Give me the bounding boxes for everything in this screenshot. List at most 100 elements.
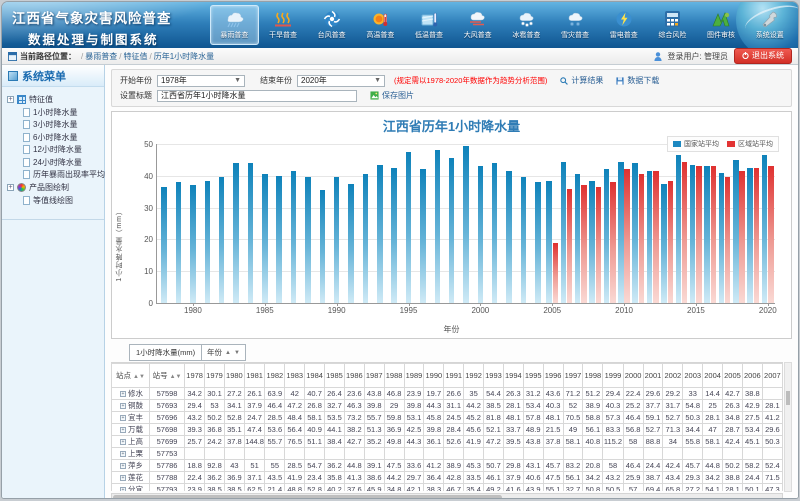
column-header-year-1982[interactable]: 1982 bbox=[265, 364, 285, 388]
table-row[interactable]: +分宜5779323.938.538.562.521.448.852.840.2… bbox=[112, 484, 783, 492]
column-header-year-1984[interactable]: 1984 bbox=[305, 364, 325, 388]
column-header-year-1994[interactable]: 1994 bbox=[503, 364, 523, 388]
column-header-year-2001[interactable]: 2001 bbox=[643, 364, 663, 388]
column-header-year-1995[interactable]: 1995 bbox=[523, 364, 543, 388]
nav-item-hail[interactable]: 冰雹普查 bbox=[502, 5, 551, 45]
hscroll-thumb[interactable] bbox=[113, 495, 502, 498]
nav-item-system-settings[interactable]: 系统设置 bbox=[745, 5, 794, 45]
column-header-year-1981[interactable]: 1981 bbox=[244, 364, 265, 388]
calculate-button[interactable]: 计算结果 bbox=[560, 75, 603, 86]
row-expander-icon[interactable]: + bbox=[120, 451, 126, 457]
column-header-year-1993[interactable]: 1993 bbox=[484, 364, 504, 388]
year-filter-dropdown[interactable]: 年份 ▲ ▼ bbox=[201, 344, 246, 361]
table-row[interactable]: +萍乡5778618.892.843515528.554.736.244.839… bbox=[112, 460, 783, 472]
save-image-button[interactable]: 保存图片 bbox=[370, 90, 414, 101]
logout-button[interactable]: 退出系统 bbox=[734, 48, 792, 64]
sidebar-group-2[interactable]: +产品图绘制 bbox=[7, 181, 101, 194]
station-name-cell[interactable]: +上栗 bbox=[112, 448, 150, 460]
nav-item-typhoon[interactable]: 台风普查 bbox=[307, 5, 356, 45]
column-header-year-1998[interactable]: 1998 bbox=[583, 364, 603, 388]
nav-item-rainstorm[interactable]: 暴雨普查 bbox=[210, 5, 259, 45]
column-header-year-2006[interactable]: 2006 bbox=[742, 364, 762, 388]
row-expander-icon[interactable]: + bbox=[120, 475, 126, 481]
station-name-cell[interactable]: +莲花 bbox=[112, 472, 150, 484]
breadcrumb-segment[interactable]: 暴雨普查 bbox=[85, 52, 117, 61]
sidebar-item-12小时降水量[interactable]: 12小时降水量 bbox=[7, 144, 101, 157]
column-header-year-1988[interactable]: 1988 bbox=[384, 364, 404, 388]
horizontal-scrollbar[interactable] bbox=[111, 493, 783, 498]
table-row[interactable]: +莲花5778822.436.236.937.143.541.923.435.8… bbox=[112, 472, 783, 484]
column-header-year-1989[interactable]: 1989 bbox=[404, 364, 424, 388]
sort-icons[interactable]: ▲▼ bbox=[170, 374, 182, 380]
nav-item-lightning[interactable]: 雷电普查 bbox=[599, 5, 648, 45]
row-expander-icon[interactable]: + bbox=[120, 463, 126, 469]
nav-item-composite-risk[interactable]: 综合风险 bbox=[648, 5, 697, 45]
start-year-select[interactable]: 1978年▼ bbox=[157, 75, 245, 87]
column-header-year-2004[interactable]: 2004 bbox=[703, 364, 723, 388]
station-name-cell[interactable]: +宜丰 bbox=[112, 412, 150, 424]
sidebar-item-6小时降水量[interactable]: 6小时降水量 bbox=[7, 131, 101, 144]
nav-item-low-temp[interactable]: 低温普查 bbox=[405, 5, 454, 45]
column-header-year-2002[interactable]: 2002 bbox=[663, 364, 683, 388]
column-header-year-1978[interactable]: 1978 bbox=[185, 364, 205, 388]
end-year-select[interactable]: 2020年▼ bbox=[297, 75, 385, 87]
column-header-year-1985[interactable]: 1985 bbox=[325, 364, 345, 388]
row-expander-icon[interactable]: + bbox=[120, 391, 126, 397]
sidebar-item-24小时降水量[interactable]: 24小时降水量 bbox=[7, 156, 101, 169]
column-header-year-1979[interactable]: 1979 bbox=[205, 364, 225, 388]
sidebar-item-3小时降水量[interactable]: 3小时降水量 bbox=[7, 119, 101, 132]
station-name-cell[interactable]: +萍乡 bbox=[112, 460, 150, 472]
station-name-cell[interactable]: +上高 bbox=[112, 436, 150, 448]
column-header-station[interactable]: 站点▲▼ bbox=[112, 364, 150, 388]
station-name-cell[interactable]: +分宜 bbox=[112, 484, 150, 492]
nav-item-gale[interactable]: 大风普查 bbox=[453, 5, 502, 45]
sidebar-group-1[interactable]: +特征值 bbox=[7, 93, 101, 106]
sort-icons[interactable]: ▲▼ bbox=[133, 374, 145, 380]
row-expander-icon[interactable]: + bbox=[120, 415, 126, 421]
station-name-cell[interactable]: +铜鼓 bbox=[112, 400, 150, 412]
sidebar-item-历年暴雨出现率平均雨量[interactable]: 历年暴雨出现率平均雨量 bbox=[7, 169, 101, 182]
column-header-year-1983[interactable]: 1983 bbox=[285, 364, 305, 388]
table-row[interactable]: +万载5769839.336.835.147.453.656.440.944.1… bbox=[112, 424, 783, 436]
vscroll-thumb[interactable] bbox=[786, 391, 790, 405]
tree-expander-icon[interactable]: + bbox=[7, 184, 14, 191]
station-name-cell[interactable]: +万载 bbox=[112, 424, 150, 436]
column-header-year-2007[interactable]: 2007 bbox=[762, 364, 782, 388]
row-expander-icon[interactable]: + bbox=[120, 487, 126, 491]
column-header-year-1987[interactable]: 1987 bbox=[364, 364, 384, 388]
column-header-year-1980[interactable]: 1980 bbox=[224, 364, 244, 388]
vertical-scrollbar[interactable] bbox=[784, 362, 792, 492]
breadcrumb-segment[interactable]: 历年1小时降水量 bbox=[154, 52, 214, 61]
sidebar-item-等值线绘图[interactable]: 等值线绘图 bbox=[7, 194, 101, 207]
station-name-cell[interactable]: +修水 bbox=[112, 388, 150, 400]
column-header-year-1986[interactable]: 1986 bbox=[344, 364, 364, 388]
table-row[interactable]: +修水5759834.230.127.226.163.94240.726.423… bbox=[112, 388, 783, 400]
nav-item-snow[interactable]: 雪灾普查 bbox=[551, 5, 600, 45]
sidebar-item-1小时降水量[interactable]: 1小时降水量 bbox=[7, 106, 101, 119]
column-header-year-2005[interactable]: 2005 bbox=[723, 364, 743, 388]
column-header-year-1991[interactable]: 1991 bbox=[444, 364, 464, 388]
column-header-year-1992[interactable]: 1992 bbox=[464, 364, 484, 388]
column-header-year-1996[interactable]: 1996 bbox=[543, 364, 563, 388]
column-header-year-1997[interactable]: 1997 bbox=[563, 364, 583, 388]
chart-title-input[interactable] bbox=[157, 90, 357, 102]
column-header-year-1999[interactable]: 1999 bbox=[603, 364, 623, 388]
nav-item-drought[interactable]: 干旱普查 bbox=[259, 5, 308, 45]
table-scroll-area[interactable]: 站点▲▼站号▲▼19781979198019811982198319841985… bbox=[111, 362, 783, 491]
nav-item-map-review[interactable]: 图件审核 bbox=[697, 5, 746, 45]
tree-expander-icon[interactable]: + bbox=[7, 96, 14, 103]
row-expander-icon[interactable]: + bbox=[120, 427, 126, 433]
column-header-year-2003[interactable]: 2003 bbox=[683, 364, 703, 388]
table-row[interactable]: +上栗57753 bbox=[112, 448, 783, 460]
table-row[interactable]: +铜鼓5769329.45334.137.946.447.226.832.746… bbox=[112, 400, 783, 412]
row-expander-icon[interactable]: + bbox=[120, 403, 126, 409]
breadcrumb-segment[interactable]: 特征值 bbox=[123, 52, 147, 61]
nav-item-high-temp[interactable]: 高温普查 bbox=[356, 5, 405, 45]
table-row[interactable]: +上高5769925.724.237.8144.855.776.551.138.… bbox=[112, 436, 783, 448]
column-header-station-id[interactable]: 站号▲▼ bbox=[149, 364, 184, 388]
column-header-year-1990[interactable]: 1990 bbox=[424, 364, 444, 388]
row-expander-icon[interactable]: + bbox=[120, 439, 126, 445]
table-row[interactable]: +宜丰5769643.250.252.824.728.548.458.153.5… bbox=[112, 412, 783, 424]
column-header-year-2000[interactable]: 2000 bbox=[623, 364, 643, 388]
unit-button[interactable]: 1小时降水量(mm) bbox=[129, 344, 202, 361]
